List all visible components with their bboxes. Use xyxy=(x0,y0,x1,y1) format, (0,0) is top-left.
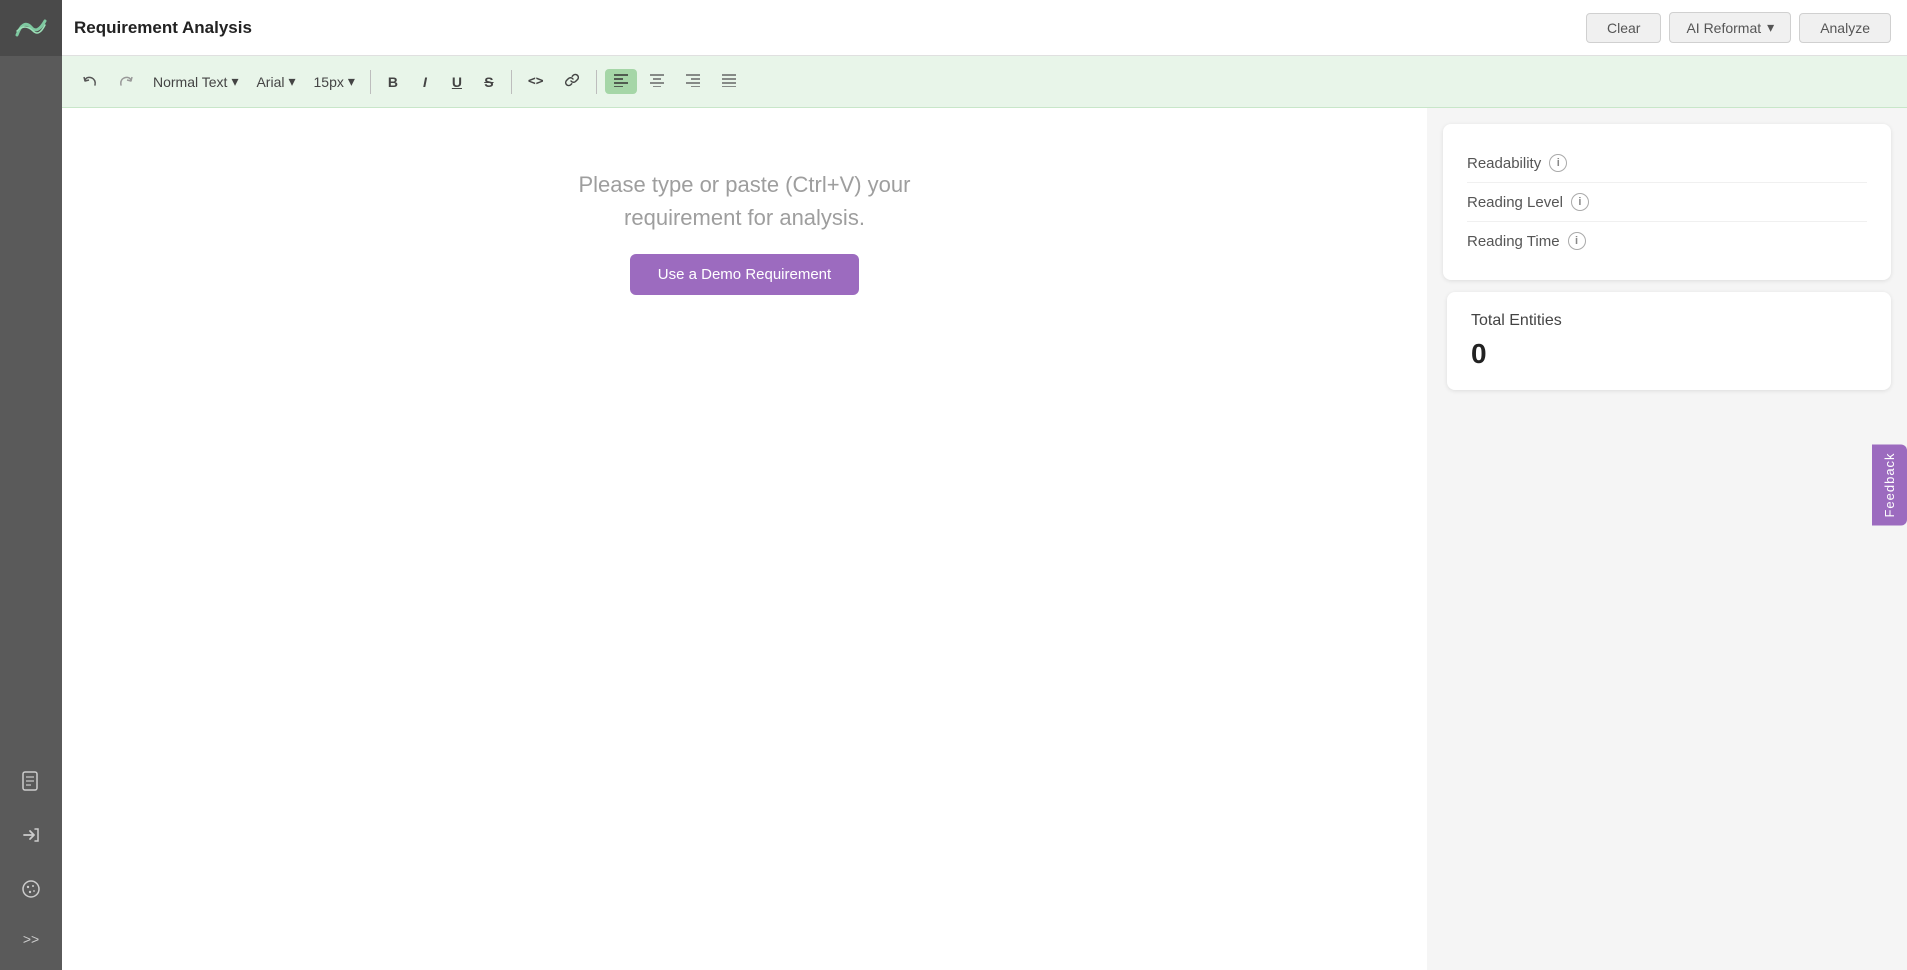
main-layout: >> Normal Text ▾ Arial ▾ 15px ▾ xyxy=(0,56,1907,970)
reading-time-info-icon[interactable]: i xyxy=(1568,232,1586,250)
toolbar: Normal Text ▾ Arial ▾ 15px ▾ B I U S <> xyxy=(62,56,1907,108)
cookie-icon xyxy=(20,878,42,900)
strikethrough-button[interactable]: S xyxy=(475,70,503,94)
align-center-icon xyxy=(649,73,665,87)
redo-icon xyxy=(118,74,134,90)
logo-icon xyxy=(15,17,47,39)
readability-info-icon[interactable]: i xyxy=(1549,154,1567,172)
readability-panel: Readability i Reading Level i Reading Ti… xyxy=(1443,124,1891,280)
align-justify-icon xyxy=(721,73,737,87)
editor-placeholder-container: Please type or paste (Ctrl+V) your requi… xyxy=(579,168,911,295)
align-right-button[interactable] xyxy=(677,69,709,94)
reading-level-label: Reading Level xyxy=(1467,194,1563,211)
reading-level-row: Reading Level i xyxy=(1467,183,1867,222)
text-style-select[interactable]: Normal Text ▾ xyxy=(146,68,245,95)
sidebar-item-export[interactable] xyxy=(0,808,62,862)
feedback-button[interactable]: Feedback xyxy=(1872,444,1907,525)
reading-time-row: Reading Time i xyxy=(1467,222,1867,260)
placeholder-line1: Please type or paste (Ctrl+V) your xyxy=(579,172,911,197)
analyze-button[interactable]: Analyze xyxy=(1799,13,1891,43)
italic-button[interactable]: I xyxy=(411,70,439,94)
font-family-select[interactable]: Arial ▾ xyxy=(249,68,302,95)
font-family-label: Arial xyxy=(256,74,284,90)
document-icon xyxy=(20,770,42,792)
divider-1 xyxy=(370,70,371,94)
font-family-arrow: ▾ xyxy=(288,73,295,90)
align-justify-button[interactable] xyxy=(713,69,745,94)
header-actions: Clear AI Reformat ▾ Analyze xyxy=(1586,12,1891,43)
sidebar-expand-button[interactable]: >> xyxy=(0,916,62,962)
reading-level-info-icon[interactable]: i xyxy=(1571,193,1589,211)
entities-count: 0 xyxy=(1471,338,1867,370)
undo-icon xyxy=(82,74,98,90)
font-size-arrow: ▾ xyxy=(348,73,355,90)
align-left-icon xyxy=(613,73,629,87)
expand-icon: >> xyxy=(23,931,39,947)
feedback-button-container: Feedback xyxy=(1872,444,1907,525)
logo-area xyxy=(0,0,62,56)
export-icon xyxy=(20,824,42,846)
font-size-label: 15px xyxy=(314,74,344,90)
redo-button[interactable] xyxy=(110,70,142,94)
total-entities-panel: Total Entities 0 xyxy=(1447,292,1891,390)
underline-button[interactable]: U xyxy=(443,70,471,94)
content-area: Normal Text ▾ Arial ▾ 15px ▾ B I U S <> xyxy=(62,56,1907,970)
editor-panels: Please type or paste (Ctrl+V) your requi… xyxy=(62,108,1907,970)
editor-area[interactable]: Please type or paste (Ctrl+V) your requi… xyxy=(62,108,1427,970)
demo-requirement-button[interactable]: Use a Demo Requirement xyxy=(630,254,859,295)
align-right-icon xyxy=(685,73,701,87)
align-left-button[interactable] xyxy=(605,69,637,94)
reading-time-label: Reading Time xyxy=(1467,233,1560,250)
text-style-label: Normal Text xyxy=(153,74,227,90)
clear-button[interactable]: Clear xyxy=(1586,13,1661,43)
font-size-select[interactable]: 15px ▾ xyxy=(307,68,362,95)
editor-placeholder: Please type or paste (Ctrl+V) your requi… xyxy=(579,168,911,234)
text-style-arrow: ▾ xyxy=(231,73,238,90)
sidebar: >> xyxy=(0,56,62,970)
sidebar-item-document[interactable] xyxy=(0,754,62,808)
page-title: Requirement Analysis xyxy=(74,18,252,38)
divider-2 xyxy=(511,70,512,94)
align-center-button[interactable] xyxy=(641,69,673,94)
readability-label: Readability xyxy=(1467,155,1541,172)
placeholder-line2: requirement for analysis. xyxy=(624,205,865,230)
demo-button-container: Use a Demo Requirement xyxy=(579,234,911,295)
undo-button[interactable] xyxy=(74,70,106,94)
divider-3 xyxy=(596,70,597,94)
link-button[interactable] xyxy=(556,68,588,95)
ai-reformat-arrow: ▾ xyxy=(1767,19,1774,36)
code-button[interactable]: <> xyxy=(520,70,552,93)
link-icon xyxy=(564,72,580,88)
top-header: Requirement Analysis Clear AI Reformat ▾… xyxy=(0,0,1907,56)
readability-row: Readability i xyxy=(1467,144,1867,183)
bold-button[interactable]: B xyxy=(379,70,407,94)
entities-title: Total Entities xyxy=(1471,312,1867,330)
header-left: Requirement Analysis xyxy=(0,0,252,56)
right-panels: Readability i Reading Level i Reading Ti… xyxy=(1427,108,1907,970)
sidebar-item-settings[interactable] xyxy=(0,862,62,916)
ai-reformat-button[interactable]: AI Reformat ▾ xyxy=(1669,12,1791,43)
